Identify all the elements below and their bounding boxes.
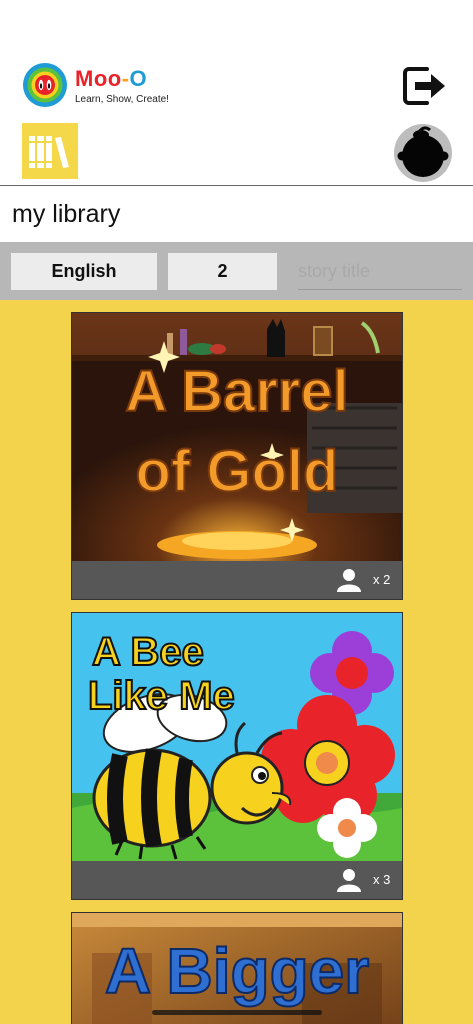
page-title: my library [12,200,121,228]
a-bigger-cover-art: A Bigger [72,913,402,1024]
header-divider [0,185,473,186]
book-footer: x 3 [72,861,402,898]
logo-badge-icon [23,63,67,107]
a-bee-like-me-cover-art: A Bee Like Me [72,613,402,861]
book-footer: x 2 [72,561,402,598]
logo-tagline: Learn, Show, Create! [75,94,169,105]
book-card-a-bee-like-me[interactable]: A Bee Like Me x 3 [71,612,403,900]
book-title-line2: Like Me [88,674,235,718]
book-cover-a-bigger: A Bigger [72,913,402,1024]
book-title-line1: A Bee [92,630,204,674]
reader-count: x 2 [373,572,391,587]
book-title-line1: A Barrel [125,359,349,424]
user-icon [337,569,361,592]
book-title-line1: A Bigger [105,935,369,1007]
book-count-button[interactable]: 2 [168,253,277,290]
reader-count: x 3 [373,872,391,887]
book-shelf[interactable]: A Barrel of Gold x 2 A Bee Like Me x 3 A… [0,300,473,1024]
user-avatar[interactable] [394,124,452,182]
user-icon [337,869,361,892]
moo-o-logo: Moo-O Learn, Show, Create! [22,62,172,110]
filter-bar: English 2 [0,242,473,300]
book-cover-a-bee-like-me: A Bee Like Me [72,613,402,861]
book-title-line2: of Gold [136,439,339,504]
book-card-barrel-of-gold[interactable]: A Barrel of Gold x 2 [71,312,403,600]
book-cover-barrel-of-gold: A Barrel of Gold [72,313,402,561]
library-button[interactable] [22,123,78,179]
barrel-of-gold-cover-art: A Barrel of Gold [72,313,402,561]
app-header: Moo-O Learn, Show, Create! [0,0,473,185]
book-card-a-bigger[interactable]: A Bigger [71,912,403,1024]
home-indicator [152,1010,322,1015]
logout-icon[interactable] [401,64,447,108]
books-icon [29,136,69,168]
logo-title: Moo-O [75,66,148,91]
child-silhouette-icon [397,126,449,177]
language-filter-button[interactable]: English [11,253,157,290]
story-title-search-input[interactable] [298,253,462,290]
